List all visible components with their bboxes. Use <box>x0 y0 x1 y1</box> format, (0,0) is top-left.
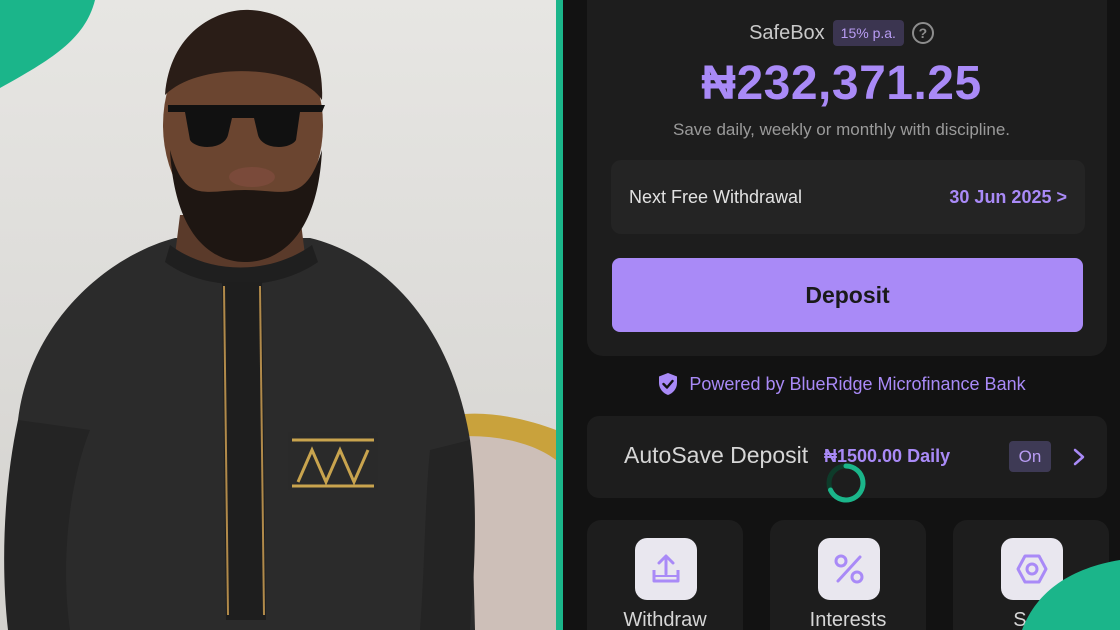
balance-amount: ₦232,371.25 <box>701 57 982 110</box>
interest-rate-badge: 15% p.a. <box>832 20 904 46</box>
page-title: SafeBox <box>749 21 825 44</box>
withdraw-label: Withdraw <box>623 609 707 630</box>
interests-action[interactable]: Interests <box>770 520 926 630</box>
corner-decoration <box>0 0 95 88</box>
autosave-title: AutoSave Deposit <box>624 442 809 468</box>
interests-label: Interests <box>809 609 887 630</box>
withdrawal-date-link[interactable]: 30 Jun 2025 > <box>949 187 1067 208</box>
savings-app-screen: SafeBox 15% p.a. ? ₦232,371.25 Save dail… <box>563 0 1120 630</box>
safebox-header: SafeBox 15% p.a. ? <box>563 18 1120 48</box>
withdrawal-label: Next Free Withdrawal <box>629 186 803 207</box>
percent-icon <box>818 538 880 600</box>
person-illustration <box>4 9 556 630</box>
next-free-withdrawal-row[interactable]: Next Free Withdrawal 30 Jun 2025 > <box>611 160 1085 234</box>
savings-tagline: Save daily, weekly or monthly with disci… <box>673 120 1010 139</box>
help-icon[interactable]: ? <box>911 22 934 44</box>
loading-spinner-icon <box>826 463 866 503</box>
corner-decoration <box>1022 560 1120 630</box>
panel-divider <box>556 0 563 630</box>
person-photo <box>0 0 556 630</box>
chevron-right-icon[interactable] <box>1067 444 1091 470</box>
deposit-button[interactable]: Deposit <box>612 258 1083 332</box>
powered-by-row: Powered by BlueRidge Microfinance Bank <box>563 372 1120 396</box>
withdraw-action[interactable]: Withdraw <box>587 520 743 630</box>
shield-check-icon <box>659 373 678 395</box>
upload-tray-icon <box>635 538 697 600</box>
autosave-status-badge: On <box>1009 441 1051 472</box>
powered-by-text: Powered by BlueRidge Microfinance Bank <box>689 373 1026 394</box>
